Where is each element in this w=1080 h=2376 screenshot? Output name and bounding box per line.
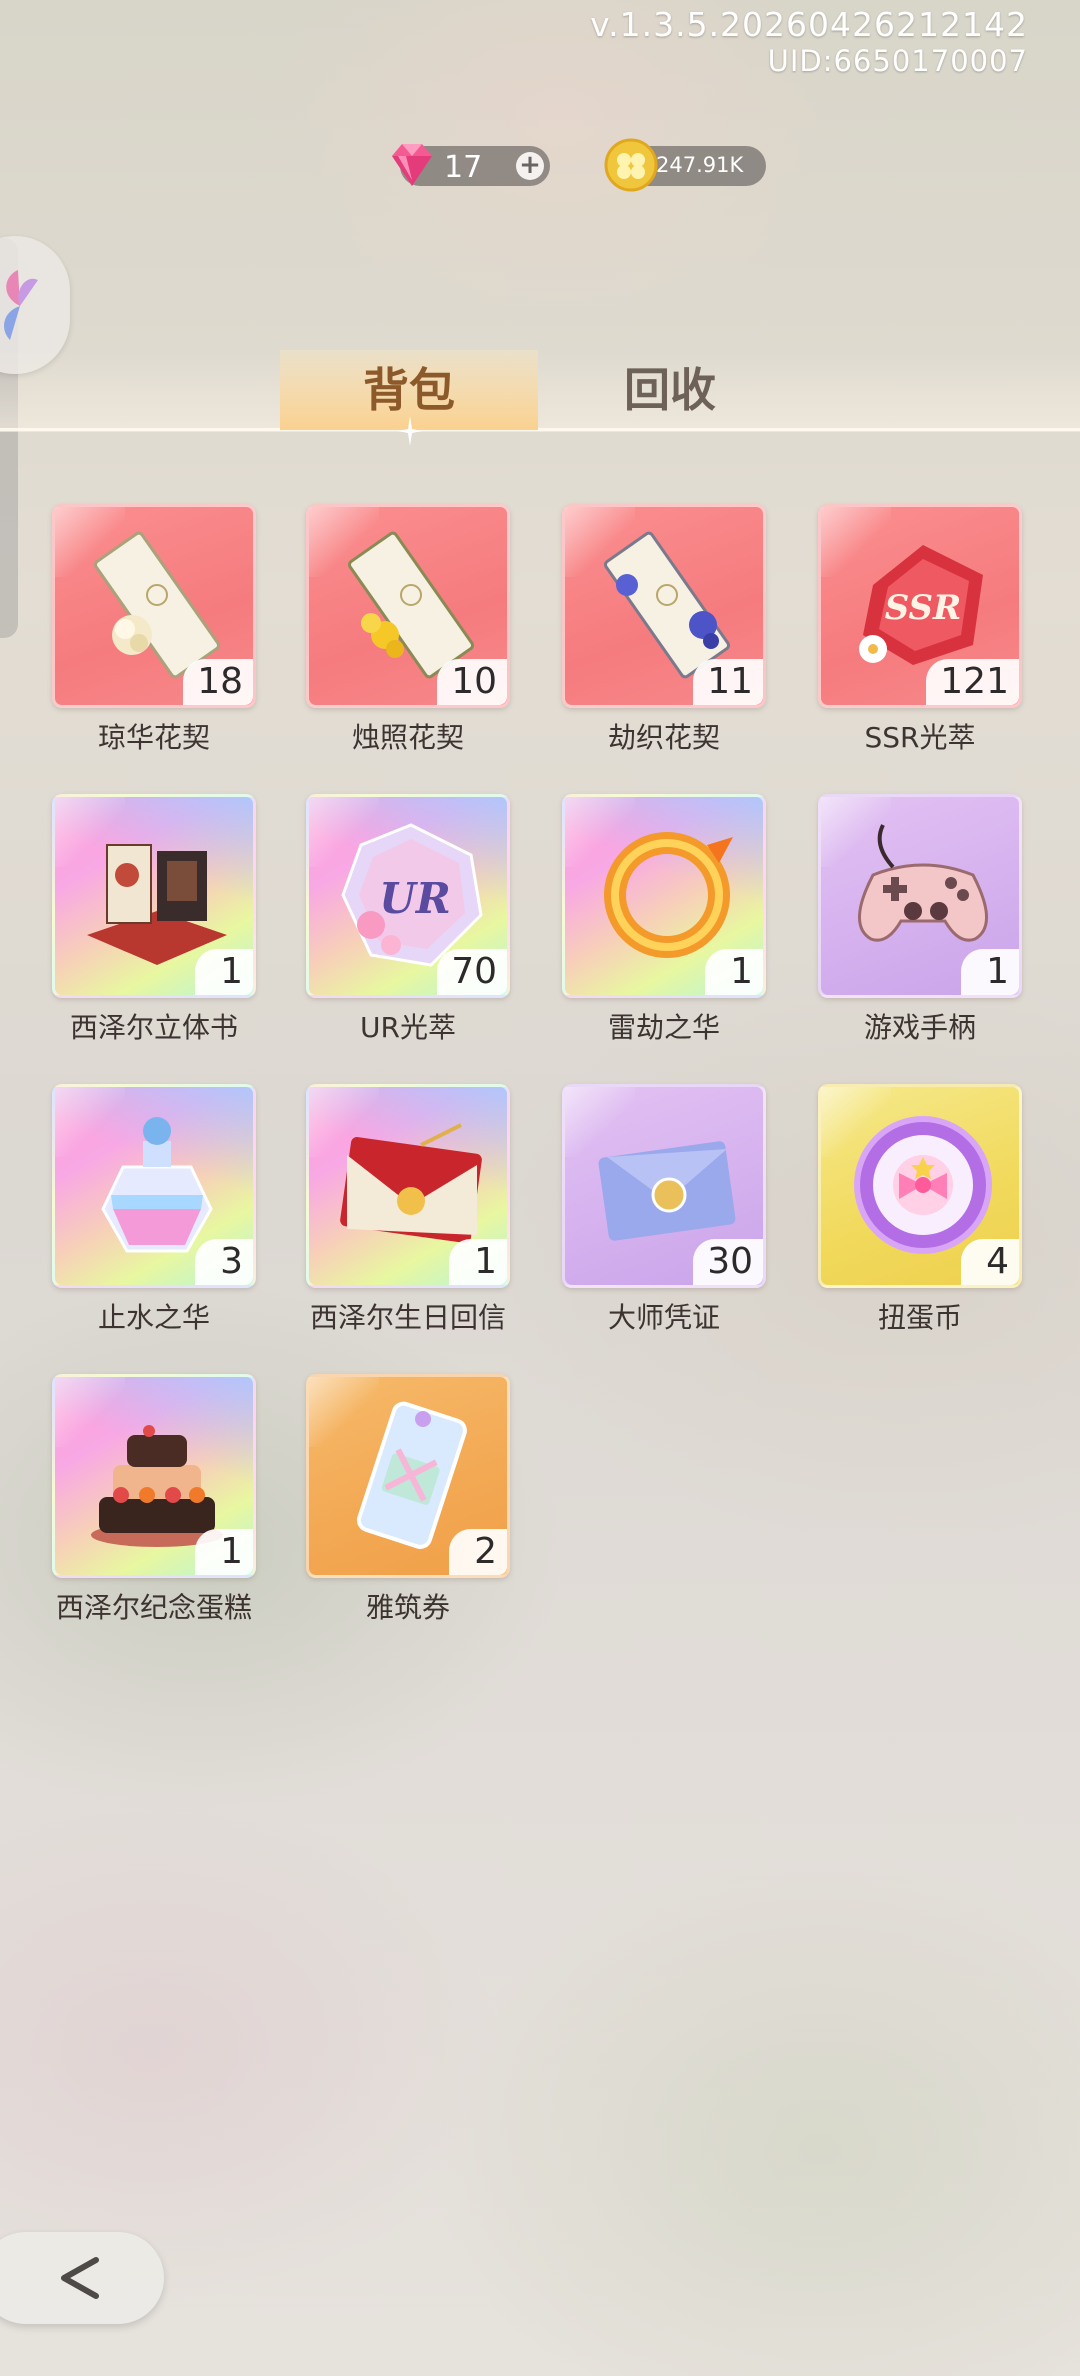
item-card[interactable]: 18	[52, 504, 256, 708]
item-count: 4	[961, 1239, 1019, 1285]
back-button[interactable]	[0, 2232, 164, 2324]
add-gems-button[interactable]: +	[516, 152, 544, 180]
item-count: 3	[195, 1239, 253, 1285]
inventory-item[interactable]: 30 大师凭证	[562, 1084, 766, 1338]
tab-divider	[0, 428, 1080, 431]
inventory-item[interactable]: UR 70 UR光萃	[306, 794, 510, 1048]
inventory-item[interactable]: 10 烛照花契	[306, 504, 510, 758]
item-card[interactable]: 2	[306, 1374, 510, 1578]
item-count: 1	[195, 949, 253, 995]
sparkle-icon	[398, 416, 422, 446]
item-name: 烛照花契	[351, 721, 464, 754]
svg-text:UR: UR	[379, 874, 451, 923]
item-name: SSR光萃	[864, 721, 976, 754]
build-version: v.1.3.5.20260426212142	[590, 5, 1028, 44]
gold-clover-coin-icon	[604, 138, 658, 192]
pink-gem-icon	[392, 144, 432, 186]
item-count: 70	[437, 949, 507, 995]
item-name: 西泽尔立体书	[69, 1011, 238, 1044]
user-id: UID:6650170007	[767, 44, 1028, 78]
item-count: 1	[705, 949, 763, 995]
coin-count: 247.91K	[656, 153, 744, 177]
tab-recycle[interactable]: 回收	[560, 350, 780, 430]
inventory-item[interactable]: 4 扭蛋币	[818, 1084, 1022, 1338]
version-info: v.1.3.5.20260426212142 UID:6650170007	[590, 5, 1028, 79]
item-name: 扭蛋币	[877, 1301, 962, 1334]
item-card[interactable]: 1	[818, 794, 1022, 998]
item-count: 1	[195, 1529, 253, 1575]
svg-text:SSR: SSR	[885, 588, 962, 628]
item-count: 2	[449, 1529, 507, 1575]
inventory-item[interactable]: 1 西泽尔生日回信	[306, 1084, 510, 1338]
inventory-item[interactable]: 11 劫织花契	[562, 504, 766, 758]
inventory-item[interactable]: 1 雷劫之华	[562, 794, 766, 1048]
inventory-item[interactable]: 1 西泽尔立体书	[52, 794, 256, 1048]
item-card[interactable]: 1	[306, 1084, 510, 1288]
inventory-item[interactable]: 18 琼华花契	[52, 504, 256, 758]
item-count: 1	[961, 949, 1019, 995]
item-card[interactable]: 30	[562, 1084, 766, 1288]
item-card[interactable]: 1	[562, 794, 766, 998]
item-name: 琼华花契	[97, 721, 210, 754]
item-card[interactable]: 4	[818, 1084, 1022, 1288]
item-name: 大师凭证	[607, 1301, 720, 1334]
item-card[interactable]: 11	[562, 504, 766, 708]
item-count: 11	[693, 659, 763, 705]
item-name: 西泽尔纪念蛋糕	[55, 1591, 252, 1624]
item-card[interactable]: 1	[52, 1374, 256, 1578]
item-count: 10	[437, 659, 507, 705]
gem-balance: 17 +	[392, 144, 550, 186]
pinwheel-icon	[4, 270, 38, 340]
inventory-item[interactable]: SSR 121 SSR光萃	[818, 504, 1022, 758]
gem-count: 17	[444, 150, 483, 185]
inventory-item[interactable]: 3 止水之华	[52, 1084, 256, 1338]
item-count: 18	[183, 659, 253, 705]
item-name: 劫织花契	[607, 721, 720, 754]
item-card[interactable]: UR 70	[306, 794, 510, 998]
item-name: 雷劫之华	[607, 1011, 720, 1044]
inventory-item[interactable]: 1 西泽尔纪念蛋糕	[52, 1374, 256, 1628]
item-count: 121	[926, 659, 1019, 705]
item-name: 雅筑券	[365, 1591, 450, 1624]
tab-bar	[0, 350, 1080, 432]
item-card[interactable]: SSR 121	[818, 504, 1022, 708]
item-name: 西泽尔生日回信	[309, 1301, 506, 1334]
item-count: 30	[693, 1239, 763, 1285]
coin-balance: 247.91K	[604, 138, 766, 192]
item-name: 止水之华	[97, 1301, 210, 1334]
back-arrow-icon	[61, 2257, 99, 2299]
item-card[interactable]: 1	[52, 794, 256, 998]
inventory-item[interactable]: 2 雅筑券	[306, 1374, 510, 1628]
item-count: 1	[449, 1239, 507, 1285]
item-card[interactable]: 10	[306, 504, 510, 708]
item-name: 游戏手柄	[863, 1011, 976, 1044]
item-card[interactable]: 3	[52, 1084, 256, 1288]
inventory-item[interactable]: 1 游戏手柄	[818, 794, 1022, 1048]
item-name: UR光萃	[360, 1011, 456, 1044]
